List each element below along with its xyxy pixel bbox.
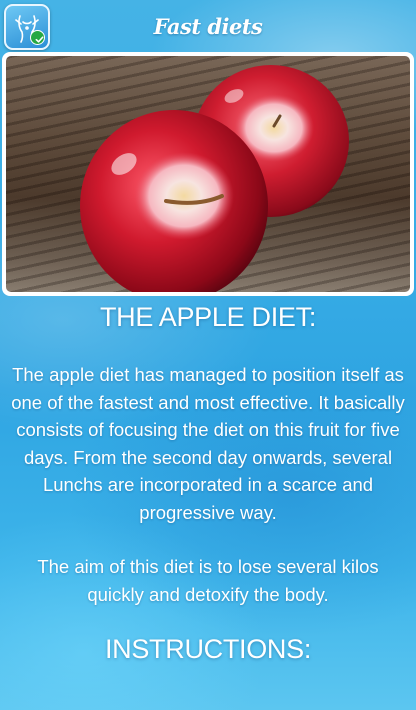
apples-illustration [80, 65, 349, 292]
page-title: Fast diets [153, 13, 263, 39]
aim-paragraph: The aim of this diet is to lose several … [37, 556, 379, 605]
apple-diet-heading: THE APPLE DIET: [99, 302, 317, 332]
check-icon [30, 30, 45, 45]
intro-paragraph: The apple diet has managed to position i… [11, 364, 405, 523]
hero-image-frame [2, 52, 414, 296]
article-content: THE APPLE DIET: The apple diet has manag… [0, 296, 416, 665]
diet-app-icon[interactable] [4, 4, 50, 50]
instructions-heading: INSTRUCTIONS: [104, 634, 312, 664]
apples-photo [6, 56, 410, 292]
app-header: Fast diets [0, 0, 416, 52]
